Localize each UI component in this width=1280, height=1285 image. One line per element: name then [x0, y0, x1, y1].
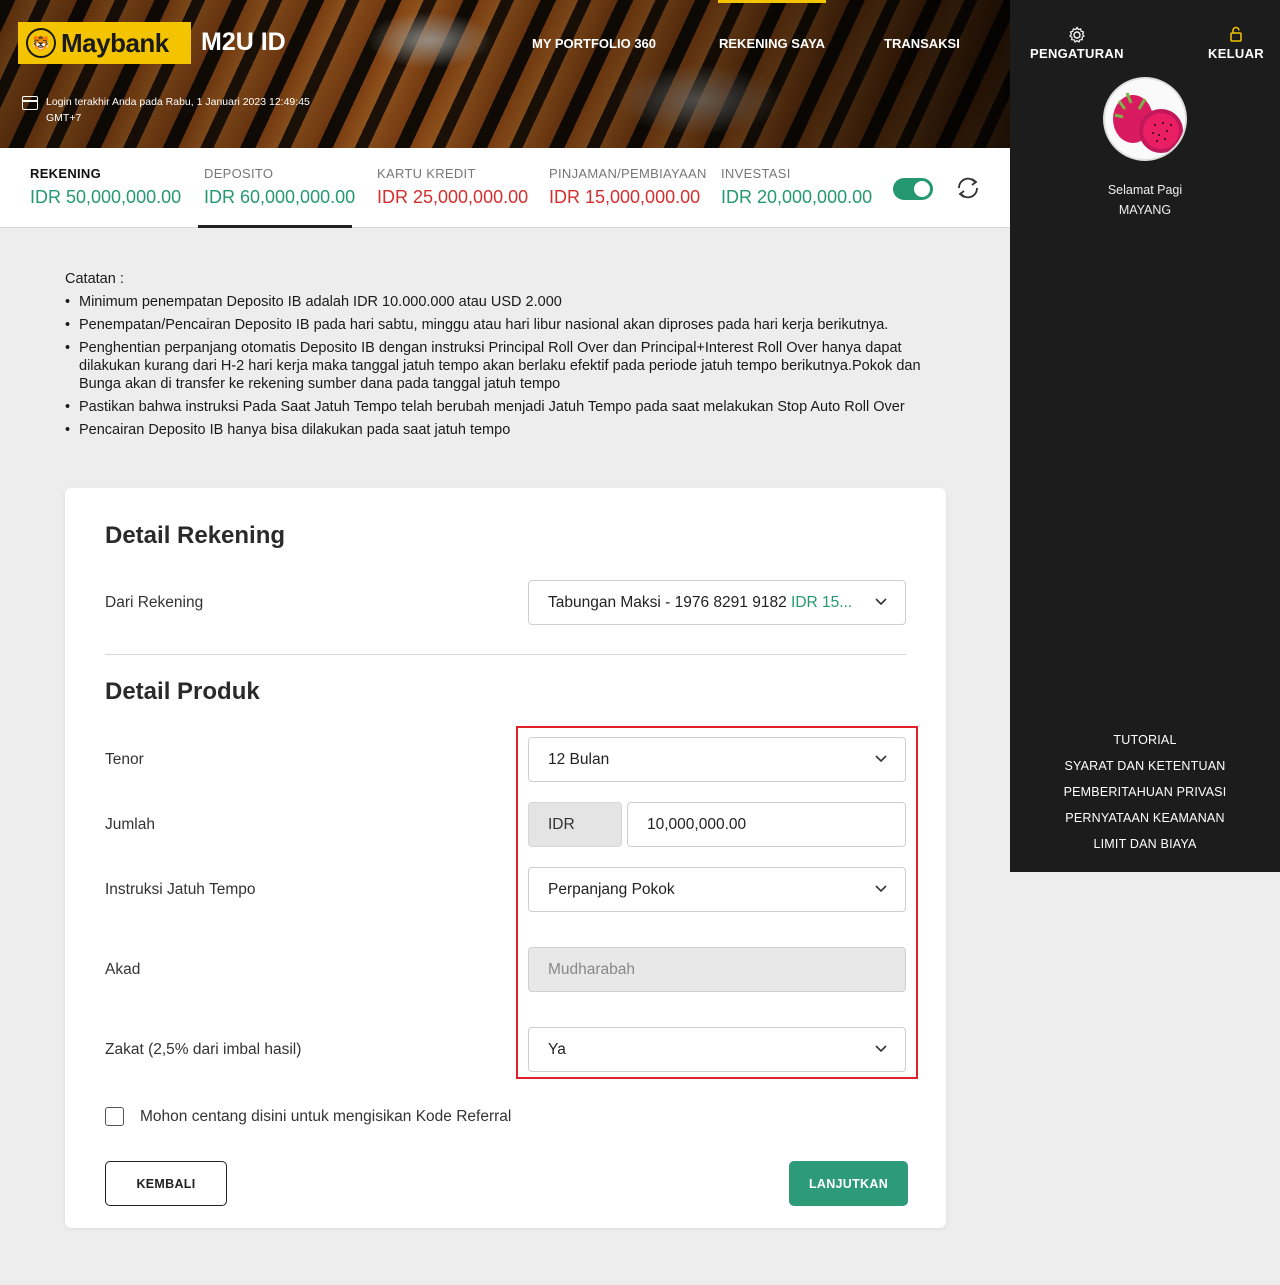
referral-checkbox-label: Mohon centang disini untuk mengisikan Ko…: [140, 1107, 512, 1125]
maybank-logo[interactable]: 🐯 Maybank: [18, 22, 191, 64]
logout-label: KELUAR: [1208, 46, 1264, 61]
highlight-box: [516, 726, 918, 1079]
from-account-select[interactable]: Tabungan Maksi - 1976 8291 9182 IDR 15..…: [528, 580, 906, 625]
referral-checkbox[interactable]: [105, 1107, 124, 1126]
balance-value: IDR 60,000,000.00: [204, 187, 356, 207]
list-item: Penempatan/Pencairan Deposito IB pada ha…: [65, 316, 945, 334]
sidebar: PENGATURAN KELUAR Selamat Pagi MAYANG TU…: [1010, 0, 1280, 872]
balance-value: IDR 15,000,000.00: [549, 187, 701, 207]
list-item: Pencairan Deposito IB hanya bisa dilakuk…: [65, 421, 945, 439]
back-button[interactable]: KEMBALI: [105, 1161, 227, 1206]
sidebar-link-privacy[interactable]: PEMBERITAHUAN PRIVASI: [1010, 779, 1280, 805]
refresh-icon[interactable]: [953, 174, 983, 202]
akad-label: Akad: [105, 961, 141, 978]
gear-icon: [1069, 26, 1085, 43]
dragon-fruit-avatar-image: [1105, 79, 1185, 159]
tab-label: DEPOSITO: [204, 166, 274, 181]
last-login-info: Login terakhir Anda pada Rabu, 1 Januari…: [22, 94, 332, 126]
nav-transaksi[interactable]: TRANSAKSI: [884, 36, 960, 51]
tab-label: KARTU KREDIT: [377, 166, 476, 181]
nav-rekening-saya[interactable]: REKENING SAYA: [719, 36, 825, 51]
tab-investasi[interactable]: INVESTASI IDR 20,000,000.00: [721, 166, 872, 208]
nav-my-portfolio[interactable]: MY PORTFOLIO 360: [532, 36, 656, 51]
tab-label: PINJAMAN/PEMBIAYAAN: [549, 166, 707, 181]
list-item: Penghentian perpanjang otomatis Deposito…: [65, 339, 945, 393]
amount-label: Jumlah: [105, 816, 155, 833]
sidebar-link-security[interactable]: PERNYATAAN KEAMANAN: [1010, 805, 1280, 831]
sidebar-links: TUTORIAL SYARAT DAN KETENTUAN PEMBERITAH…: [1010, 727, 1280, 857]
balance-value: IDR 25,000,000.00: [377, 187, 529, 207]
tab-label: REKENING: [30, 166, 102, 181]
logout-button[interactable]: KELUAR: [1208, 26, 1264, 61]
tab-deposito[interactable]: DEPOSITO IDR 60,000,000.00: [204, 166, 355, 208]
last-login-text: Login terakhir Anda pada Rabu, 1 Januari…: [46, 96, 310, 124]
next-button[interactable]: LANJUTKAN: [789, 1161, 908, 1206]
tiger-logo-icon: 🐯: [26, 28, 56, 58]
active-tab-underline: [198, 225, 352, 228]
notes-list: Minimum penempatan Deposito IB adalah ID…: [65, 293, 945, 439]
list-item: Pastikan bahwa instruksi Pada Saat Jatuh…: [65, 398, 945, 416]
balance-value: IDR 50,000,000.00: [30, 187, 182, 207]
greeting-text: Selamat Pagi: [1107, 183, 1183, 197]
user-name: MAYANG: [1118, 203, 1172, 217]
tab-kartu-kredit[interactable]: KARTU KREDIT IDR 25,000,000.00: [377, 166, 528, 208]
tab-pinjaman[interactable]: PINJAMAN/PEMBIAYAAN IDR 15,000,000.00: [549, 166, 707, 208]
account-section-title: Detail Rekening: [105, 522, 286, 549]
notes-title: Catatan :: [65, 271, 124, 287]
sidebar-link-tutorial[interactable]: TUTORIAL: [1010, 727, 1280, 753]
chevron-down-icon: [875, 598, 887, 606]
product-section-title: Detail Produk: [105, 678, 260, 705]
referral-checkbox-row[interactable]: Mohon centang disini untuk mengisikan Ko…: [105, 1107, 511, 1126]
balance-summary-bar: REKENING IDR 50,000,000.00 DEPOSITO IDR …: [0, 148, 1010, 228]
notes-section: Catatan : Minimum penempatan Deposito IB…: [65, 271, 945, 444]
section-divider: [105, 654, 906, 655]
tenor-label: Tenor: [105, 751, 144, 768]
lock-icon: [1230, 26, 1242, 42]
zakat-label: Zakat (2,5% dari imbal hasil): [105, 1041, 302, 1058]
app-name: M2U ID: [201, 28, 286, 56]
list-item: Minimum penempatan Deposito IB adalah ID…: [65, 293, 945, 311]
settings-button[interactable]: PENGATURAN: [1030, 26, 1124, 61]
brand-name: Maybank: [61, 27, 169, 58]
calendar-icon: [22, 96, 38, 110]
from-account-label: Dari Rekening: [105, 594, 204, 611]
greeting: Selamat Pagi MAYANG: [1010, 180, 1280, 220]
nav-active-indicator: [718, 0, 826, 3]
balance-value: IDR 20,000,000.00: [721, 187, 873, 207]
from-account-value: Tabungan Maksi - 1976 8291 9182: [548, 593, 787, 611]
sidebar-link-limits[interactable]: LIMIT DAN BIAYA: [1010, 831, 1280, 857]
avatar[interactable]: [1103, 77, 1187, 161]
tab-label: INVESTASI: [721, 166, 791, 181]
header-banner: 🐯 Maybank M2U ID Login terakhir Anda pad…: [0, 0, 1010, 148]
balance-visibility-toggle[interactable]: [893, 178, 933, 200]
deposit-form-card: Detail Rekening Dari Rekening Tabungan M…: [65, 488, 946, 1228]
maturity-instruction-label: Instruksi Jatuh Tempo: [105, 881, 256, 898]
from-account-balance: IDR 15...: [791, 593, 853, 611]
sidebar-link-terms[interactable]: SYARAT DAN KETENTUAN: [1010, 753, 1280, 779]
settings-label: PENGATURAN: [1030, 46, 1124, 61]
tab-rekening[interactable]: REKENING IDR 50,000,000.00: [30, 166, 181, 208]
